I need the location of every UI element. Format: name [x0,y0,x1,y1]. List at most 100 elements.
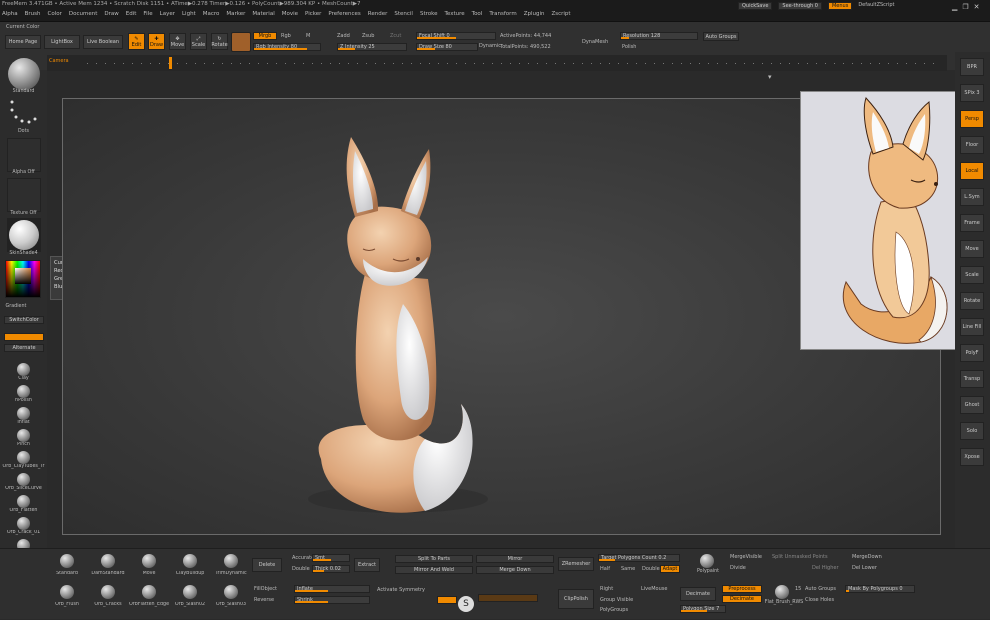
menus-toggle[interactable]: Menus [827,2,853,10]
timeline-marker[interactable] [169,57,172,69]
bottom-brush-item[interactable]: DamStandard [88,553,128,581]
right-shelf-xpose[interactable]: Xpose [960,448,984,466]
auto-groups-button[interactable]: Auto Groups [703,32,739,41]
brush-shelf-item[interactable]: Pinch [0,428,47,450]
right-shelf-rotate[interactable]: Rotate [960,292,984,310]
bottom-brush-item[interactable]: TrimDynamic [211,553,251,581]
right-shelf-ghost[interactable]: Ghost [960,396,984,414]
menu-stencil[interactable]: Stencil [394,11,413,17]
double-remesh-toggle[interactable]: Double [642,566,660,572]
right-shelf-persp[interactable]: Persp [960,110,984,128]
right-shelf-line-fill[interactable]: Line Fill [960,318,984,336]
bottom-brush-item[interactable]: ClayBuildup [170,553,210,581]
collapse-icon[interactable]: ▾ [768,73,772,81]
mrgb-toggle[interactable]: Mrgb [253,32,277,40]
split-unmasked-button[interactable]: Split Unmasked Points [772,554,828,560]
zadd-toggle[interactable]: Zadd [337,33,350,39]
right-shelf-bpr[interactable]: BPR [960,58,984,76]
switch-color-button[interactable]: SwitchColor [4,316,44,324]
right-shelf-frame[interactable]: Frame [960,214,984,232]
focal-shift-slider[interactable]: Focal Shift 0 [416,32,496,40]
auto-groups-bottom-button[interactable]: Auto Groups [805,586,836,592]
spotlight-icon[interactable]: S [458,596,474,612]
menu-picker[interactable]: Picker [305,11,321,17]
texture-thumb[interactable] [7,178,41,212]
menu-zplugin[interactable]: Zplugin [524,11,545,17]
divide-button[interactable]: Divide [730,565,746,571]
maximize-icon[interactable]: ❐ [962,3,968,11]
edit-button[interactable]: ✎ Edit [128,33,145,50]
gradient-label[interactable]: Gradient [0,304,32,309]
group-visible-button[interactable]: Group Visible [600,597,633,603]
timeline[interactable]: Camera [47,55,947,71]
menu-macro[interactable]: Macro [203,11,220,17]
menu-alpha[interactable]: Alpha [2,11,18,17]
menu-stroke[interactable]: Stroke [420,11,438,17]
move-button[interactable]: ✥ Move [169,33,186,50]
polygon-size-slider[interactable]: Polygon Size 7 [680,605,726,613]
menu-marker[interactable]: Marker [226,11,245,17]
bottom-brush-item[interactable]: Orb_Cracks [88,584,128,612]
menu-preferences[interactable]: Preferences [328,11,360,17]
bottom-brush-item[interactable]: Orb_Flush [47,584,87,612]
menu-material[interactable]: Material [252,11,274,17]
menu-tool[interactable]: Tool [472,11,483,17]
right-shelf-solo[interactable]: Solo [960,422,984,440]
bottom-brush-item[interactable]: Orb_Slash03 [211,584,251,612]
menu-file[interactable]: File [143,11,152,17]
rgb-intensity-slider[interactable]: Rgb Intensity 80 [253,43,321,51]
menu-zscript[interactable]: Zscript [551,11,570,17]
del-lower-button[interactable]: Del Lower [852,565,877,571]
resolution-slider[interactable]: Resolution 128 [620,32,698,40]
inflate-slider[interactable]: Inflate [294,585,370,593]
home-page-button[interactable]: Home Page [5,35,41,49]
decimate-button[interactable]: Decimate [680,587,716,601]
orange-swatch[interactable] [4,333,44,341]
flat-brush-ball[interactable] [775,585,789,599]
extract-button[interactable]: Extract [354,558,380,572]
double-toggle[interactable]: Double [292,566,310,572]
rgb-toggle[interactable]: Rgb [281,33,291,39]
livemouse-toggle[interactable]: LiveMouse [641,586,667,592]
shrink-slider[interactable]: Shrink [294,596,370,604]
right-shelf-local[interactable]: Local [960,162,984,180]
split-to-parts-button[interactable]: Split To Parts [395,555,473,563]
menu-brush[interactable]: Brush [25,11,41,17]
menu-texture[interactable]: Texture [445,11,465,17]
menu-layer[interactable]: Layer [160,11,175,17]
minimize-icon[interactable]: ▁ [952,3,957,11]
lightbox-button[interactable]: LightBox [44,35,80,49]
menu-edit[interactable]: Edit [126,11,137,17]
same-toggle[interactable]: Same [621,566,635,572]
right-shelf-l-sym[interactable]: L.Sym [960,188,984,206]
brush-shelf-item[interactable]: Clay [0,362,47,384]
color-square[interactable] [15,268,31,284]
activate-symmetry-toggle[interactable]: Activate Symmetry [377,587,425,593]
adapt-toggle[interactable]: Adapt [660,565,680,573]
right-shelf-move[interactable]: Move [960,240,984,258]
bottom-brush-item[interactable]: Orb_Slash02 [170,584,210,612]
delete-button[interactable]: Delete [252,558,282,572]
merge-down-button[interactable]: Merge Down [476,566,554,574]
material-thumb[interactable] [7,218,41,252]
m-toggle[interactable]: M [306,33,310,39]
zsub-toggle[interactable]: Zsub [362,33,374,39]
scale-button[interactable]: ⤢ Scale [190,33,207,50]
menu-render[interactable]: Render [368,11,388,17]
brush-shelf-item[interactable]: Orb_SliceCurve [0,472,47,494]
brush-shelf-item[interactable]: Orb_ClayTubes_Tr [0,450,47,472]
draw-size-slider[interactable]: Draw Size 80 [416,43,478,51]
merge-visible-button[interactable]: MergeVisible [730,554,762,560]
clip-polish-button[interactable]: ClipPolish [558,589,594,609]
menu-draw[interactable]: Draw [104,11,118,17]
brush-shelf-item[interactable]: Orb_Flatten [0,494,47,516]
rotate-button[interactable]: ↻ Rotate [211,33,228,50]
z-intensity-slider[interactable]: Z Intensity 25 [337,43,407,51]
zcut-toggle[interactable]: Zcut [390,33,401,39]
bottom-brush-item[interactable]: Move [129,553,169,581]
polygroups-button[interactable]: PolyGroups [600,607,628,613]
fill-object-button[interactable]: FillObject [254,586,277,592]
standard-brush-thumb[interactable] [8,58,40,90]
reference-image[interactable] [800,91,956,350]
merge-down-2-button[interactable]: MergeDown [852,554,882,560]
